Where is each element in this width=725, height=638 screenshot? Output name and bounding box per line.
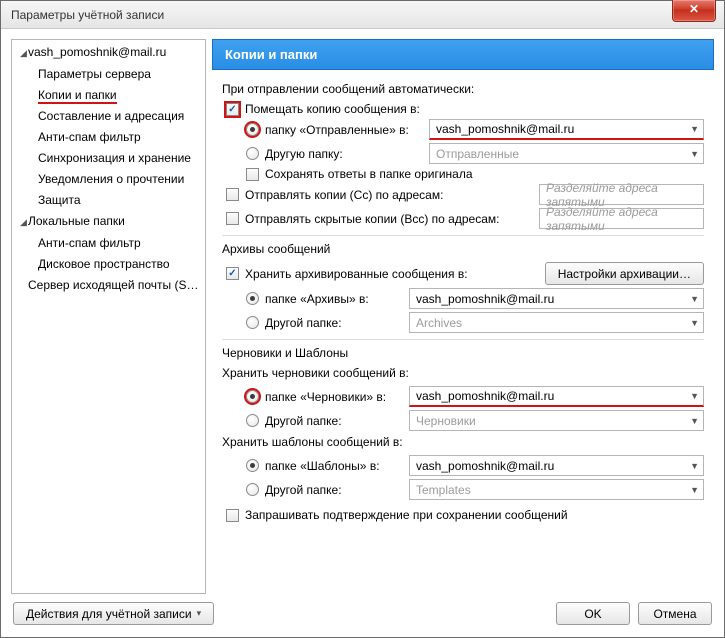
dialog-body: ◢vash_pomoshnik@mail.ru Параметры сервер… [1,29,724,594]
drafts-folder-dropdown[interactable]: vash_pomoshnik@mail.ru ▼ [409,386,704,407]
bcc-checkbox[interactable] [226,212,239,225]
tree-item-junk[interactable]: Анти-спам фильтр [12,127,205,148]
chevron-down-icon: ◢ [20,214,28,231]
place-copy-label: Помещать копию сообщения в: [245,102,420,116]
templates-folder-row: папке «Шаблоны» в: vash_pomoshnik@mail.r… [222,455,704,476]
tree-item-local-junk[interactable]: Анти-спам фильтр [12,233,205,254]
drafts-folder-label: папке «Черновики» в: [265,390,403,404]
drafts-other-row: Другой папке: Черновики ▼ [222,410,704,431]
sent-folder-dropdown[interactable]: vash_pomoshnik@mail.ru ▼ [429,119,704,140]
chevron-down-icon: ◢ [20,45,28,62]
cancel-button[interactable]: Отмена [638,602,712,625]
archive-other-label: Другой папке: [265,316,403,330]
accounts-tree: ◢vash_pomoshnik@mail.ru Параметры сервер… [11,39,206,594]
templates-folder-radio[interactable] [246,459,259,472]
templates-other-radio[interactable] [246,483,259,496]
chevron-down-icon: ▼ [690,318,699,328]
bcc-input[interactable]: Разделяйте адреса запятыми [539,208,704,229]
tree-item-server[interactable]: Параметры сервера [12,64,205,85]
sent-folder-label: папку «Отправленные» в: [265,123,423,137]
chevron-down-icon: ▼ [690,294,699,304]
archive-other-row: Другой папке: Archives ▼ [222,312,704,333]
cc-checkbox[interactable] [226,188,239,201]
save-replies-label: Сохранять ответы в папке оригинала [265,167,473,181]
drafts-other-dropdown[interactable]: Черновики ▼ [409,410,704,431]
confirm-save-checkbox[interactable] [226,509,239,522]
templates-folder-label: папке «Шаблоны» в: [265,459,403,473]
drafts-keep-title: Хранить черновики сообщений в: [222,366,704,380]
sent-other-row: Другую папку: Отправленные ▼ [222,143,704,164]
separator [222,235,704,236]
chevron-down-icon: ▼ [690,485,699,495]
account-settings-window: Параметры учётной записи ✕ ◢vash_pomoshn… [0,0,725,638]
archive-section-title: Архивы сообщений [222,242,704,256]
tree-outgoing[interactable]: Сервер исходящей почты (S… [12,275,205,296]
drafts-folder-row: папке «Черновики» в: vash_pomoshnik@mail… [222,386,704,407]
tree-account-root[interactable]: ◢vash_pomoshnik@mail.ru [12,42,205,64]
sent-folder-radio[interactable] [246,123,259,136]
cc-row: Отправлять копии (Cc) по адресам: Раздел… [222,184,704,205]
templates-keep-title: Хранить шаблоны сообщений в: [222,435,704,449]
tree-item-local-disk[interactable]: Дисковое пространство [12,254,205,275]
dialog-footer: Действия для учётной записи OK Отмена [1,594,724,637]
panel-content: При отправлении сообщений автоматически:… [212,70,714,594]
account-actions-button[interactable]: Действия для учётной записи [13,602,214,625]
archive-keep-label: Хранить архивированные сообщения в: [245,267,468,281]
tree-item-copies[interactable]: Копии и папки [12,85,205,106]
confirm-save-label: Запрашивать подтверждение при сохранении… [245,508,568,522]
save-replies-checkbox[interactable] [246,168,259,181]
chevron-down-icon: ▼ [690,416,699,426]
archive-other-dropdown[interactable]: Archives ▼ [409,312,704,333]
confirm-save-row: Запрашивать подтверждение при сохранении… [222,508,704,522]
bcc-label: Отправлять скрытые копии (Bcc) по адреса… [245,212,499,226]
drafts-folder-radio[interactable] [246,390,259,403]
sent-other-radio[interactable] [246,147,259,160]
archive-other-radio[interactable] [246,316,259,329]
titlebar: Параметры учётной записи ✕ [1,1,724,29]
tree-item-security[interactable]: Защита [12,190,205,211]
cc-label: Отправлять копии (Cc) по адресам: [245,188,443,202]
tree-local-root[interactable]: ◢Локальные папки [12,211,205,233]
tree-item-composition[interactable]: Составление и адресация [12,106,205,127]
save-replies-row: Сохранять ответы в папке оригинала [222,167,704,181]
archive-keep-row: ✓ Хранить архивированные сообщения в: На… [222,262,704,285]
templates-other-row: Другой папке: Templates ▼ [222,479,704,500]
drafts-other-label: Другой папке: [265,414,403,428]
archive-folder-radio[interactable] [246,292,259,305]
chevron-down-icon: ▼ [690,124,699,134]
bcc-row: Отправлять скрытые копии (Bcc) по адреса… [222,208,704,229]
sent-other-dropdown[interactable]: Отправленные ▼ [429,143,704,164]
tree-item-receipts[interactable]: Уведомления о прочтении [12,169,205,190]
chevron-down-icon: ▼ [690,461,699,471]
panel-header: Копии и папки [212,39,714,70]
archive-settings-button[interactable]: Настройки архивации… [545,262,704,285]
window-title: Параметры учётной записи [11,8,164,22]
close-button[interactable]: ✕ [672,0,716,22]
place-copy-checkbox[interactable]: ✓ [226,103,239,116]
sent-folder-row: папку «Отправленные» в: vash_pomoshnik@m… [222,119,704,140]
main-panel: Копии и папки При отправлении сообщений … [212,39,714,594]
sending-section-title: При отправлении сообщений автоматически: [222,82,704,96]
archive-folder-dropdown[interactable]: vash_pomoshnik@mail.ru ▼ [409,288,704,309]
templates-other-label: Другой папке: [265,483,403,497]
tree-item-sync[interactable]: Синхронизация и хранение [12,148,205,169]
archive-folder-row: папке «Архивы» в: vash_pomoshnik@mail.ru… [222,288,704,309]
templates-other-dropdown[interactable]: Templates ▼ [409,479,704,500]
chevron-down-icon: ▼ [690,391,699,401]
templates-folder-dropdown[interactable]: vash_pomoshnik@mail.ru ▼ [409,455,704,476]
archive-keep-checkbox[interactable]: ✓ [226,267,239,280]
ok-button[interactable]: OK [556,602,630,625]
place-copy-row: ✓ Помещать копию сообщения в: [222,102,704,116]
drafts-section-title: Черновики и Шаблоны [222,346,704,360]
chevron-down-icon: ▼ [690,149,699,159]
drafts-other-radio[interactable] [246,414,259,427]
cc-input[interactable]: Разделяйте адреса запятыми [539,184,704,205]
separator [222,339,704,340]
sent-other-label: Другую папку: [265,147,423,161]
archive-folder-label: папке «Архивы» в: [265,292,403,306]
close-icon: ✕ [689,2,699,16]
